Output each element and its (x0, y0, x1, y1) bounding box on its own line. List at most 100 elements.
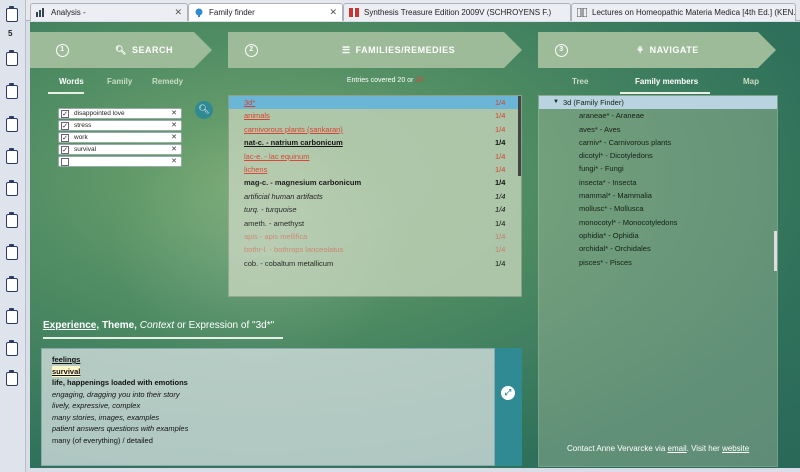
tree-item[interactable]: aves* - Aves (539, 123, 777, 136)
email-link[interactable]: email (668, 444, 687, 453)
website-link[interactable]: website (722, 444, 749, 453)
experience-heading: Experience, Theme, Context or Expression… (43, 320, 274, 331)
clipboard-icon[interactable] (6, 308, 18, 324)
tab-analysis[interactable]: Analysis - ✕ (30, 3, 188, 21)
family-row[interactable]: ameth. - amethyst 1/4 (229, 217, 521, 230)
family-name: carnivorous plants (sankaran) (244, 124, 343, 134)
experience-line[interactable]: life, happenings loaded with emotions (52, 378, 188, 387)
entries-value[interactable]: 20 (415, 77, 423, 84)
search-word[interactable]: ✓ disappointed love ✕ (58, 108, 182, 119)
family-row[interactable]: turq. - turquoise 1/4 (229, 203, 521, 216)
tree-item[interactable]: fungi* - Fungi (539, 162, 777, 175)
tree-item[interactable]: mollusc* - Mollusca (539, 202, 777, 215)
step-search: 1 🔍︎ SEARCH (30, 32, 212, 68)
family-row[interactable]: apis - apis mellifica 1/4 (229, 230, 521, 243)
clipboard-icon[interactable] (6, 340, 18, 356)
tree-item[interactable]: insecta* - Insecta (539, 176, 777, 189)
tree-item[interactable]: monocotyl* - Monocotyledons (539, 216, 777, 229)
family-row[interactable]: nat-c. - natrium carbonicum 1/4 (229, 136, 521, 149)
tab-synthesis[interactable]: Synthesis Treasure Edition 2009V (SCHROY… (343, 3, 571, 21)
experience-line[interactable]: patient answers questions with examples (52, 424, 188, 433)
remove-icon[interactable]: ✕ (171, 145, 177, 153)
experience-line[interactable]: many (of everything) / detailed (52, 436, 153, 445)
experience-line[interactable]: feelings (52, 355, 80, 364)
family-ratio: 1/4 (495, 98, 506, 107)
clipboard-icon[interactable] (6, 370, 18, 386)
tree-item[interactable]: orchidal* - Orchidales (539, 242, 777, 255)
tab-map[interactable]: Map (743, 77, 759, 86)
family-row[interactable] (229, 270, 521, 283)
scrollbar[interactable] (518, 96, 521, 176)
clipboard-icon[interactable] (6, 180, 18, 196)
expand-button[interactable]: ⤢ (501, 386, 515, 400)
tab-remedy[interactable]: Remedy (152, 77, 183, 86)
tree-item[interactable]: carniv* - Carnivorous plants (539, 136, 777, 149)
family-name: bothr-l. - bothrops lanceolatus (244, 245, 344, 255)
tree-item[interactable]: araneae* - Araneae (539, 109, 777, 122)
experience-line[interactable]: many stories, images, examples (52, 413, 159, 422)
step-navigate: 3 ⚘ NAVIGATE (538, 32, 776, 68)
clipboard-icon[interactable] (6, 148, 18, 164)
remove-icon[interactable]: ✕ (171, 133, 177, 141)
remove-icon[interactable]: ✕ (171, 157, 177, 165)
tree-item[interactable]: dicotyl* - Dicotyledons (539, 149, 777, 162)
tab-lectures[interactable]: Lectures on Homeopathic Materia Medica [… (571, 3, 796, 21)
checkbox[interactable]: ✓ (61, 134, 69, 142)
caret-down-icon[interactable]: ▼ (553, 99, 559, 105)
tree-root-label: 3d (Family Finder) (563, 98, 624, 107)
scrollbar[interactable] (774, 231, 777, 271)
tab-family-members[interactable]: Family members (635, 77, 698, 86)
tab-words[interactable]: Words (59, 77, 84, 86)
clipboard-icon[interactable] (6, 83, 18, 99)
search-word[interactable]: ✓ work ✕ (58, 132, 182, 143)
active-tab-underline (48, 92, 84, 94)
tree-item[interactable]: ophidia* - Ophidia (539, 229, 777, 242)
family-name: artificial human artifacts (244, 191, 323, 201)
contact-prefix: Contact Anne Vervarcke via (567, 444, 666, 453)
family-row[interactable]: 3d* 1/4 (229, 96, 521, 110)
tree-root[interactable]: ▼ 3d (Family Finder) (539, 96, 777, 110)
clipboard-icon[interactable] (6, 276, 18, 292)
active-tab-underline (620, 92, 710, 94)
remove-icon[interactable]: ✕ (171, 121, 177, 129)
search-word[interactable]: ✓ survival ✕ (58, 144, 182, 155)
checkbox[interactable]: ✓ (61, 122, 69, 130)
clipboard-icon[interactable] (6, 116, 18, 132)
clipboard-icon[interactable] (6, 212, 18, 228)
clipboard-icon[interactable] (6, 50, 18, 66)
search-word[interactable]: ✓ stress ✕ (58, 120, 182, 131)
family-row[interactable]: lichens 1/4 (229, 163, 521, 176)
clipboard-icon[interactable] (6, 6, 18, 22)
family-name: apis - apis mellifica (244, 231, 308, 241)
tree-item[interactable]: pisces* - Pisces (539, 256, 777, 269)
family-row[interactable]: carnivorous plants (sankaran) 1/4 (229, 123, 521, 136)
tree-item[interactable]: mammal* - Mammalia (539, 189, 777, 202)
family-ratio: 1/4 (495, 111, 506, 121)
family-ratio: 1/4 (495, 124, 506, 134)
experience-line[interactable]: survival (52, 365, 81, 377)
checkbox[interactable] (61, 158, 69, 166)
sitemap-icon: ⚘ (636, 45, 645, 55)
family-row[interactable]: bothr-l. - bothrops lanceolatus 1/4 (229, 243, 521, 256)
clipboard-icon[interactable] (6, 244, 18, 260)
family-ratio: 1/4 (495, 258, 506, 268)
tab-family-finder[interactable]: Family finder ✕ (188, 3, 343, 21)
remove-icon[interactable]: ✕ (171, 109, 177, 117)
close-icon[interactable]: ✕ (174, 7, 182, 18)
checkbox[interactable]: ✓ (61, 146, 69, 154)
family-row[interactable]: cob. - cobaltum metallicum 1/4 (229, 257, 521, 270)
family-row[interactable]: animals 1/4 (229, 109, 521, 122)
family-row[interactable]: artificial human artifacts 1/4 (229, 190, 521, 203)
tab-tree[interactable]: Tree (572, 77, 588, 86)
experience-line[interactable]: engaging, dragging you into their story (52, 390, 180, 399)
family-row[interactable]: mag-c. - magnesium carbonicum 1/4 (229, 176, 521, 189)
experience-line[interactable]: lively, expressive, complex (52, 401, 140, 410)
search-button[interactable]: 🔍︎ (195, 101, 213, 119)
checkbox[interactable]: ✓ (61, 110, 69, 118)
step-number: 3 (555, 44, 568, 57)
close-icon[interactable]: ✕ (329, 7, 337, 18)
word-text: disappointed love (74, 110, 125, 117)
family-row[interactable]: lac-e. - lac equinum 1/4 (229, 150, 521, 163)
search-word-empty[interactable]: ✕ (58, 156, 182, 167)
tab-family[interactable]: Family (107, 77, 132, 86)
